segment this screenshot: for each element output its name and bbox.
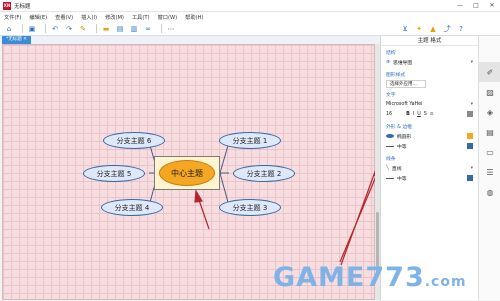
toolbar: ⌂ ▣ ↶ ↷ ✎ ▬ ▤ ▥ ∞ ⋯ ⊻ ✦ ▲ ⤴ ? — [0, 22, 500, 36]
shape-select[interactable]: 椭圆形 — [397, 133, 411, 140]
style-section: 图形样式 选择外应用... — [381, 68, 478, 88]
shape-section: 外形 & 边框 椭圆形 中等 — [381, 120, 478, 150]
outline-icon[interactable]: ◍ — [479, 182, 500, 202]
shape-label: 外形 & 边框 — [386, 125, 412, 130]
line-style-select[interactable]: 直线 — [392, 165, 402, 172]
strike-button[interactable]: S — [424, 112, 427, 117]
save-icon[interactable]: ▣ — [27, 24, 37, 34]
border-color-swatch[interactable] — [467, 143, 473, 149]
border-width-select[interactable]: 中等 — [397, 143, 407, 150]
note-icon[interactable]: ▤ — [479, 122, 500, 142]
toolbar-divider — [45, 24, 46, 33]
link-icon[interactable]: ∞ — [143, 24, 153, 34]
topic-icon[interactable]: ▤ — [115, 24, 125, 34]
menu-edit[interactable]: 编辑(E) — [29, 14, 47, 21]
style-select[interactable]: 选择外应用... — [386, 80, 426, 88]
brush-icon[interactable]: ✐ — [479, 62, 500, 82]
maximize-button[interactable]: □ — [468, 2, 484, 9]
window-controls: — □ ✕ — [452, 2, 500, 9]
align-icon[interactable]: ≡ — [430, 112, 434, 117]
font-size-select[interactable]: 16 — [386, 112, 392, 117]
bold-button[interactable]: B — [406, 112, 410, 117]
document-tab-bar: *无标题 ✕ — [0, 36, 380, 44]
more-icon[interactable]: ⋯ — [166, 24, 176, 34]
branch-topic-1[interactable]: 分支主题 1 — [219, 132, 281, 149]
menu-window[interactable]: 窗口(W) — [158, 14, 178, 21]
comment-icon[interactable]: ▭ — [479, 142, 500, 162]
text-color-swatch[interactable] — [467, 111, 473, 117]
watermark: GAME773.com — [273, 262, 467, 293]
branch-topic-4[interactable]: 分支主题 4 — [101, 199, 163, 216]
branch-topic-3[interactable]: 分支主题 3 — [219, 199, 281, 216]
menu-bar: 文件(F) 编辑(E) 查看(V) 插入(I) 修改(M) 工具(T) 窗口(W… — [0, 12, 500, 22]
branch-topic-6[interactable]: 分支主题 6 — [103, 132, 165, 149]
underline-button[interactable]: U — [417, 112, 421, 117]
share-icon[interactable]: ⤴ — [442, 24, 452, 34]
italic-button[interactable]: I — [413, 112, 414, 117]
text-section: 文字 Microsoft YaHei ▾ 16 B I U S ≡ — [381, 88, 478, 118]
menu-tools[interactable]: 工具(T) — [132, 14, 150, 21]
ellipse-shape-icon — [386, 134, 394, 138]
menu-modify[interactable]: 修改(M) — [105, 14, 124, 21]
idea-icon[interactable]: ✦ — [414, 24, 424, 34]
font-select[interactable]: Microsoft YaHei — [386, 102, 422, 107]
task-icon[interactable]: ☰ — [479, 162, 500, 182]
minimize-button[interactable]: — — [452, 2, 468, 9]
home-icon[interactable]: ⌂ — [4, 24, 14, 34]
title-bar: XN 无标题 — □ ✕ — [0, 0, 500, 12]
chevron-down-icon[interactable]: ▾ — [471, 102, 473, 107]
subtopic-icon[interactable]: ▥ — [129, 24, 139, 34]
warning-icon[interactable]: ▲ — [428, 24, 438, 34]
line-width-select[interactable]: 中等 — [397, 175, 407, 182]
image-icon[interactable]: ▨ — [479, 82, 500, 102]
marker-icon[interactable]: ◈ — [479, 102, 500, 122]
filter-icon[interactable]: ⊻ — [400, 24, 410, 34]
window-title: 无标题 — [14, 3, 31, 10]
central-topic-frame[interactable]: 中心主题 — [154, 156, 220, 190]
toolbar-divider — [96, 24, 97, 33]
line-label: 线条 — [386, 157, 396, 162]
branch-topic-5[interactable]: 分支主题 5 — [83, 165, 145, 182]
right-sidebar: ✐ ▨ ◈ ▤ ▭ ☰ ◍ — [478, 36, 500, 300]
close-button[interactable]: ✕ — [484, 2, 500, 9]
structure-select[interactable]: 思维导图 — [393, 59, 412, 66]
style-label: 图形样式 — [386, 73, 406, 78]
text-label: 文字 — [386, 93, 396, 98]
undo-icon[interactable]: ↶ — [50, 24, 60, 34]
chevron-down-icon[interactable]: ▾ — [471, 60, 473, 65]
menu-file[interactable]: 文件(F) — [4, 14, 21, 21]
menu-help[interactable]: 帮助(H) — [185, 14, 203, 21]
shape-fill-swatch[interactable] — [467, 133, 473, 139]
panel-title: 主题 格式 — [381, 36, 478, 46]
paint-icon[interactable]: ✎ — [78, 24, 88, 34]
toolbar-divider — [22, 24, 23, 33]
toolbar-divider — [161, 24, 162, 33]
chevron-down-icon[interactable]: ▾ — [471, 166, 473, 171]
central-topic[interactable]: 中心主题 — [159, 160, 215, 186]
menu-view[interactable]: 查看(V) — [55, 14, 73, 21]
line-section: 线条 ╲ 直线 ▾ 中等 — [381, 152, 478, 182]
document-tab[interactable]: *无标题 ✕ — [2, 36, 31, 44]
line-style-icon: ╲ — [386, 165, 389, 171]
help-icon[interactable]: ? — [456, 24, 466, 34]
folder-icon[interactable]: ▬ — [101, 24, 111, 34]
line-color-swatch[interactable] — [467, 175, 473, 181]
border-line-icon — [386, 145, 394, 147]
format-panel: 主题 格式 结构 ⊕ 思维导图 ▾ 图形样式 选择外应用... 文字 Micro… — [380, 36, 478, 300]
line-width-icon — [386, 177, 394, 179]
structure-label: 结构 — [386, 51, 396, 56]
redo-icon[interactable]: ↷ — [64, 24, 74, 34]
menu-insert[interactable]: 插入(I) — [81, 14, 97, 21]
app-logo: XN — [3, 1, 11, 10]
structure-section: 结构 ⊕ 思维导图 ▾ — [381, 46, 478, 66]
branch-topic-2[interactable]: 分支主题 2 — [233, 165, 295, 182]
structure-icon: ⊕ — [386, 59, 391, 65]
